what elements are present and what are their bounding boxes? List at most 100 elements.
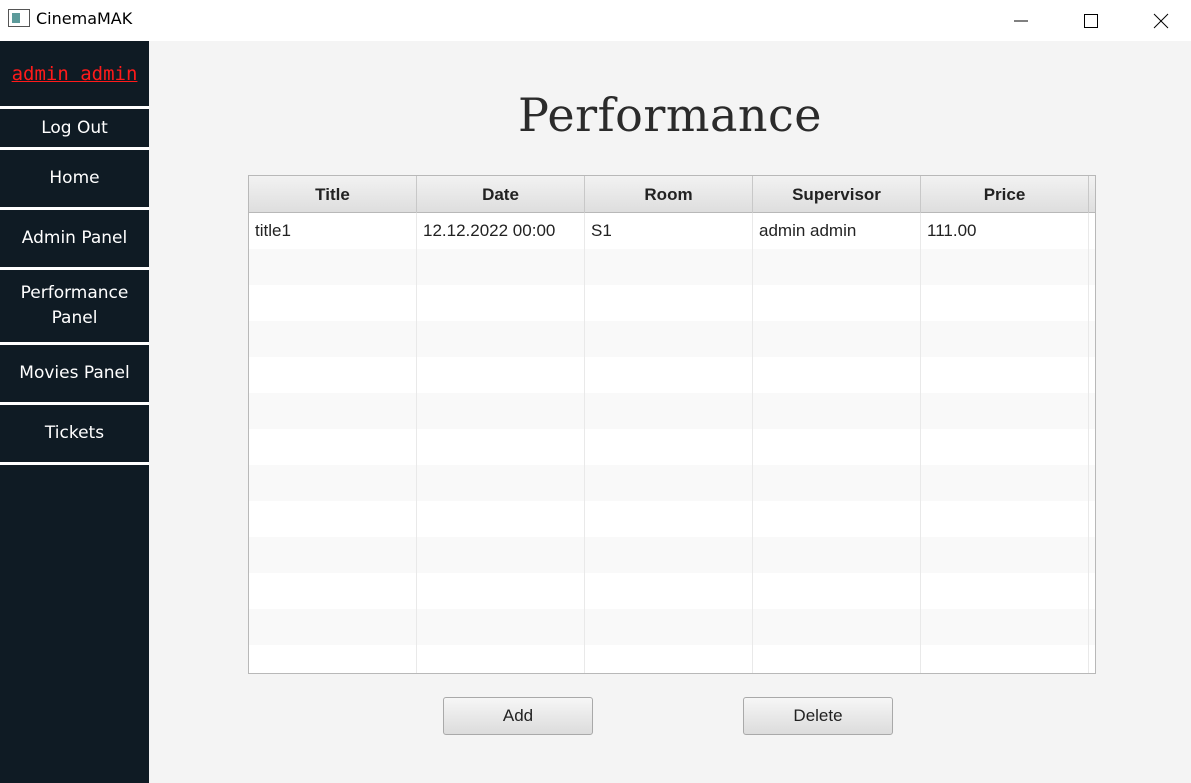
table-row-empty[interactable]	[249, 249, 1095, 285]
table-row-empty[interactable]	[249, 501, 1095, 537]
table-cell-empty	[417, 465, 585, 501]
table-cell-empty	[249, 357, 417, 393]
sidebar-item-tickets[interactable]: Tickets	[0, 405, 149, 465]
table-cell-empty	[1089, 645, 1095, 673]
table-cell-empty	[753, 573, 921, 609]
table-row-empty[interactable]	[249, 645, 1095, 673]
table-row-empty[interactable]	[249, 393, 1095, 429]
table-cell-empty	[585, 645, 753, 673]
table-cell-empty	[585, 285, 753, 321]
table-cell-empty	[921, 645, 1089, 673]
table-row-empty[interactable]	[249, 321, 1095, 357]
table-cell-empty	[921, 609, 1089, 645]
table-cell-empty	[249, 393, 417, 429]
table-cell-empty	[585, 393, 753, 429]
table-cell-empty	[753, 645, 921, 673]
cell-room: S1	[585, 213, 753, 249]
table-cell-empty	[585, 321, 753, 357]
table-cell-empty	[1089, 537, 1095, 573]
column-header-supervisor[interactable]: Supervisor	[753, 176, 921, 213]
sidebar-item-log-out[interactable]: Log Out	[0, 109, 149, 150]
table-cell-empty	[921, 465, 1089, 501]
table-row-empty[interactable]	[249, 285, 1095, 321]
table-row-empty[interactable]	[249, 357, 1095, 393]
table-cell-empty	[249, 285, 417, 321]
table-cell-empty	[1089, 393, 1095, 429]
table-cell-empty	[921, 429, 1089, 465]
delete-button[interactable]: Delete	[743, 697, 893, 735]
sidebar-item-admin-panel[interactable]: Admin Panel	[0, 210, 149, 270]
table-cell-empty	[417, 501, 585, 537]
table-cell-empty	[1089, 321, 1095, 357]
column-header-date[interactable]: Date	[417, 176, 585, 213]
table-cell-empty	[753, 609, 921, 645]
sidebar: admin admin Log Out Home Admin Panel Per…	[0, 41, 149, 783]
maximize-button[interactable]	[1056, 0, 1126, 41]
table-cell-empty	[249, 573, 417, 609]
table-cell-empty	[417, 609, 585, 645]
table-cell-empty	[249, 321, 417, 357]
table-row-empty[interactable]	[249, 573, 1095, 609]
table-cell-empty	[417, 573, 585, 609]
table-cell-empty	[1089, 357, 1095, 393]
maximize-icon	[1084, 13, 1098, 28]
sidebar-item-performance-panel[interactable]: Performance Panel	[0, 270, 149, 345]
cell-title: title1	[249, 213, 417, 249]
cell-supervisor: admin admin	[753, 213, 921, 249]
table-cell-empty	[417, 285, 585, 321]
table-cell-empty	[921, 537, 1089, 573]
table-cell-empty	[417, 645, 585, 673]
table-cell-empty	[417, 249, 585, 285]
table-cell-empty	[921, 285, 1089, 321]
table-cell-empty	[753, 465, 921, 501]
sidebar-item-movies-panel[interactable]: Movies Panel	[0, 345, 149, 405]
table-cell-empty	[753, 537, 921, 573]
table-row-empty[interactable]	[249, 537, 1095, 573]
table-cell-empty	[417, 429, 585, 465]
table-cell-empty	[921, 321, 1089, 357]
table-cell-empty	[417, 321, 585, 357]
table-row[interactable]: title1 12.12.2022 00:00 S1 admin admin 1…	[249, 213, 1095, 249]
table-cell-empty	[753, 393, 921, 429]
table-cell-empty	[585, 465, 753, 501]
table-cell-empty	[585, 249, 753, 285]
minimize-icon	[1014, 20, 1028, 21]
cell-date: 12.12.2022 00:00	[417, 213, 585, 249]
table-cell-empty	[1089, 501, 1095, 537]
column-header-price[interactable]: Price	[921, 176, 1089, 213]
table-cell-empty	[1089, 429, 1095, 465]
table-cell-empty	[1089, 285, 1095, 321]
column-header-title[interactable]: Title	[249, 176, 417, 213]
table-cell-empty	[753, 501, 921, 537]
table-header: Title Date Room Supervisor Price	[249, 176, 1095, 213]
column-header-room[interactable]: Room	[585, 176, 753, 213]
table-cell-empty	[753, 357, 921, 393]
table-cell-empty	[585, 573, 753, 609]
user-name-link[interactable]: admin admin	[0, 41, 149, 107]
table-cell-empty	[921, 573, 1089, 609]
sidebar-item-home[interactable]: Home	[0, 150, 149, 210]
minimize-button[interactable]	[986, 0, 1056, 41]
title-bar: CinemaMAK	[0, 0, 1191, 41]
add-button[interactable]: Add	[443, 697, 593, 735]
close-icon	[1153, 13, 1169, 28]
table-cell-empty	[1089, 465, 1095, 501]
table-cell-empty	[753, 249, 921, 285]
table-cell-empty	[417, 537, 585, 573]
table-cell-empty	[249, 645, 417, 673]
cell-price: 111.00	[921, 213, 1089, 249]
table-cell-empty	[585, 537, 753, 573]
table-cell-empty	[585, 501, 753, 537]
table-row-empty[interactable]	[249, 609, 1095, 645]
performance-table[interactable]: Title Date Room Supervisor Price title1 …	[248, 175, 1096, 674]
table-row-empty[interactable]	[249, 465, 1095, 501]
close-button[interactable]	[1126, 0, 1191, 41]
table-cell-empty	[753, 285, 921, 321]
table-row-empty[interactable]	[249, 429, 1095, 465]
table-cell-empty	[753, 429, 921, 465]
page-title: Performance	[518, 88, 822, 142]
table-cell-empty	[249, 465, 417, 501]
window-title: CinemaMAK	[36, 9, 133, 28]
table-cell-empty	[921, 501, 1089, 537]
table-cell-empty	[249, 609, 417, 645]
